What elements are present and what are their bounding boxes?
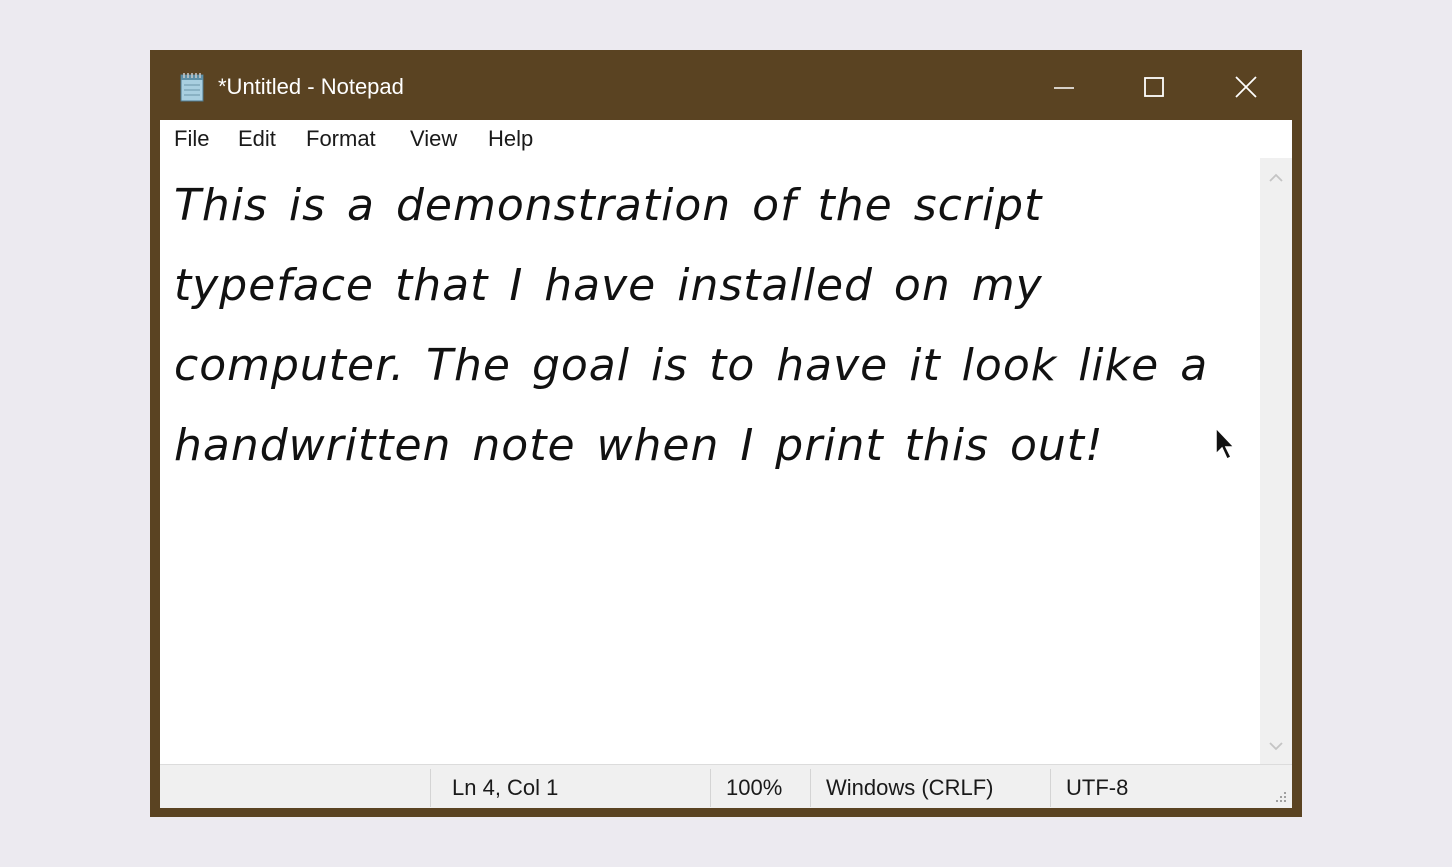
status-encoding: UTF-8 bbox=[1066, 775, 1129, 800]
chevron-up-icon[interactable] bbox=[1266, 170, 1286, 186]
resize-grip-icon[interactable] bbox=[1272, 788, 1288, 804]
chevron-down-icon[interactable] bbox=[1266, 738, 1286, 754]
menu-view[interactable]: View bbox=[410, 126, 457, 152]
menu-help[interactable]: Help bbox=[488, 126, 533, 152]
text-content[interactable]: This is a demonstration of the script ty… bbox=[174, 166, 1254, 756]
status-bar: Ln 4, Col 1 100% Windows (CRLF) UTF-8 bbox=[160, 764, 1292, 808]
status-divider bbox=[1050, 769, 1051, 807]
status-position: Ln 4, Col 1 bbox=[452, 775, 559, 800]
status-divider bbox=[710, 769, 711, 807]
menu-bar: File Edit Format View Help bbox=[160, 120, 1292, 158]
maximize-button[interactable] bbox=[1124, 64, 1184, 110]
notepad-icon bbox=[180, 73, 204, 102]
menu-format[interactable]: Format bbox=[306, 126, 376, 152]
menu-edit[interactable]: Edit bbox=[238, 126, 276, 152]
close-button[interactable] bbox=[1216, 64, 1276, 110]
minimize-button[interactable] bbox=[1034, 64, 1094, 110]
window-title: *Untitled - Notepad bbox=[218, 74, 404, 99]
mouse-pointer-icon bbox=[1215, 426, 1236, 461]
menu-file[interactable]: File bbox=[174, 126, 209, 152]
minimize-icon bbox=[1054, 87, 1074, 89]
notepad-window: *Untitled - Notepad File Edit Format Vie… bbox=[150, 50, 1302, 817]
maximize-icon bbox=[1144, 77, 1164, 97]
vertical-scrollbar[interactable] bbox=[1260, 158, 1292, 764]
status-zoom: 100% bbox=[726, 775, 783, 800]
close-icon bbox=[1235, 76, 1257, 98]
editor-area[interactable]: This is a demonstration of the script ty… bbox=[160, 158, 1292, 764]
status-line-endings: Windows (CRLF) bbox=[826, 775, 994, 800]
status-divider bbox=[810, 769, 811, 807]
title-bar[interactable]: *Untitled - Notepad bbox=[150, 50, 1302, 120]
status-divider bbox=[430, 769, 431, 807]
